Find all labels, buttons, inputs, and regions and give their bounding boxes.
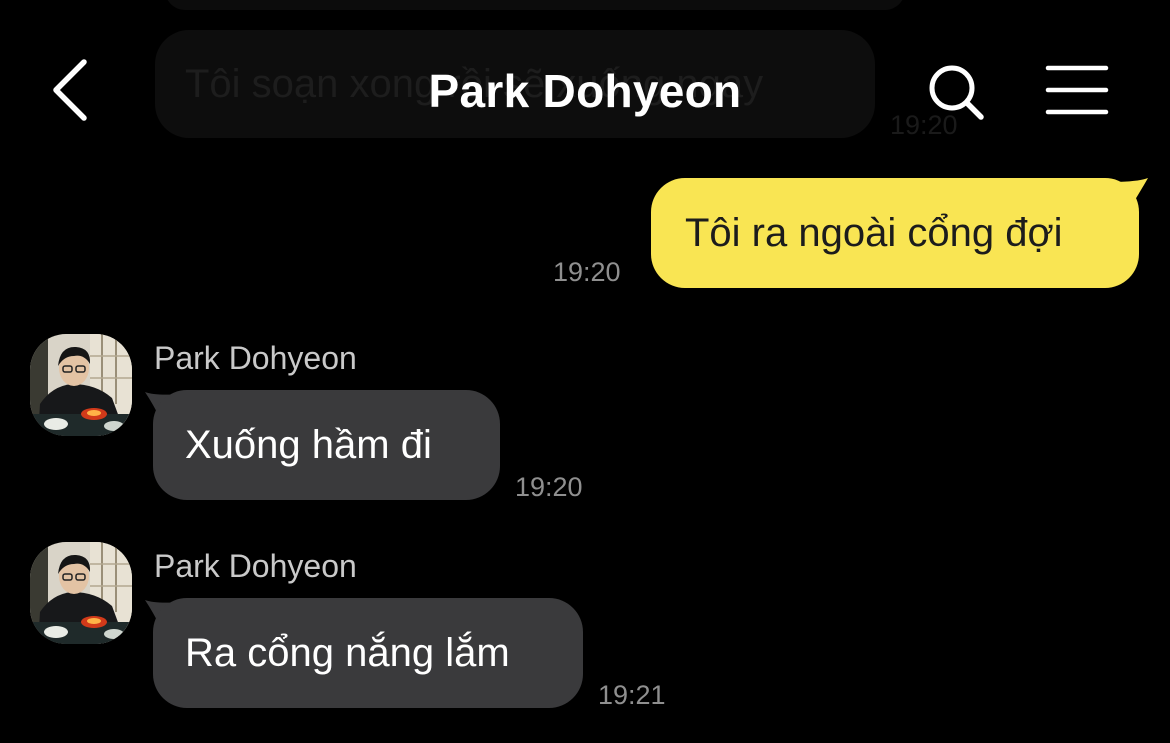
chat-title: Park Dohyeon: [428, 65, 742, 117]
received-message-bubble[interactable]: Ra cổng nắng lắm: [153, 598, 583, 708]
hamburger-menu-icon: [1045, 65, 1109, 115]
received-message-bubble[interactable]: Xuống hầm đi: [153, 390, 500, 500]
previous-bubble-fragment: [165, 0, 905, 10]
received-message-text: Xuống hầm đi: [185, 422, 432, 467]
sent-message-text: Tôi ra ngoài cổng đợi: [685, 210, 1063, 255]
search-button[interactable]: [922, 58, 992, 128]
profile-photo: [30, 334, 132, 436]
received-message-text: Ra cổng nắng lắm: [185, 630, 510, 675]
received-message-time: 19:20: [515, 472, 583, 502]
search-icon: [929, 65, 984, 120]
chat-header: Park Dohyeon: [0, 30, 1170, 150]
sent-message-time: 19:20: [553, 257, 621, 287]
sender-name: Park Dohyeon: [154, 548, 357, 584]
sender-avatar[interactable]: [30, 334, 132, 436]
sender-name: Park Dohyeon: [154, 340, 357, 376]
profile-photo: [30, 542, 132, 644]
received-message-time: 19:21: [598, 680, 666, 710]
menu-button[interactable]: [1040, 62, 1114, 118]
sent-message-bubble[interactable]: Tôi ra ngoài cổng đợi: [651, 178, 1139, 288]
sender-avatar[interactable]: [30, 542, 132, 644]
